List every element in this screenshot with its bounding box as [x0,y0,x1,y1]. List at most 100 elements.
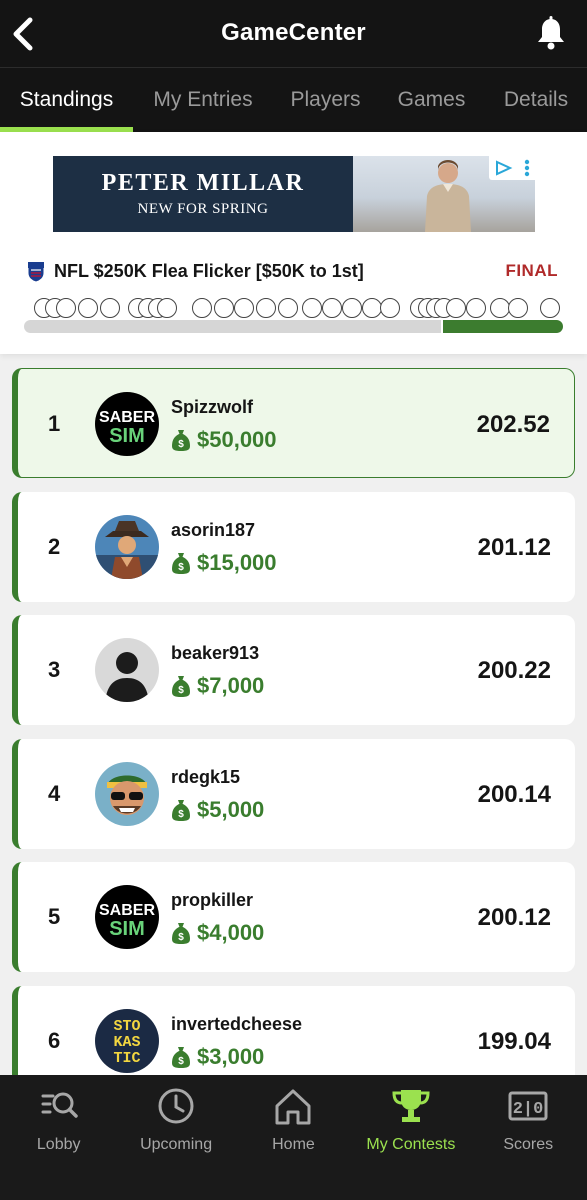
prize-amount: $7,000 [197,673,265,698]
prize-amount: $5,000 [197,797,265,822]
avatar-logo-text: SABER [99,409,155,426]
stokastic-avatar: STO KAS TIC [95,1009,159,1073]
nav-scores[interactable]: 2|0 Scores [470,1075,587,1200]
bell-icon[interactable] [535,16,567,50]
avatar-logo-text: TIC [113,1050,140,1067]
game-dot [157,298,177,318]
cartoon-sunglasses-avatar [95,762,159,826]
nav-my-contests[interactable]: My Contests [352,1075,469,1200]
rank: 1 [48,411,61,436]
prize-amount: $50,000 [197,427,277,452]
game-dot [508,298,528,318]
sabersim-avatar: SABER SIM [95,392,159,456]
game-dot [466,298,486,318]
cowboy-avatar [95,515,159,579]
sabersim-avatar: SABER SIM [95,885,159,949]
game-dot [234,298,254,318]
avatar-logo-text: KAS [113,1034,140,1051]
game-dot [342,298,362,318]
nav-label: Lobby [36,1136,81,1153]
contest-progress-fill [443,320,563,333]
tab-players[interactable]: Players [273,68,378,132]
ad-brand-panel: PETER MILLAR NEW FOR SPRING [53,156,353,232]
username: asorin187 [171,520,256,540]
contest-progress-track [24,320,441,333]
standings-row[interactable]: 3 beaker913 $ $7,000 200.22 [12,615,575,725]
tab-games[interactable]: Games [378,68,485,132]
home-icon [275,1089,311,1125]
prize: $ $50,000 [171,427,277,453]
svg-text:$: $ [178,932,184,943]
nav-label: Scores [503,1136,554,1153]
game-dot [78,298,98,318]
game-dot [56,298,76,318]
contest-name: NFL $250K Flea Flicker [$50K to 1st] [54,260,364,281]
page-title: GameCenter [221,19,366,46]
game-dot [192,298,212,318]
game-dot [380,298,400,318]
game-status-dots [34,298,564,320]
game-dot [100,298,120,318]
ad-choices-badge[interactable] [489,156,535,180]
nav-upcoming[interactable]: Upcoming [117,1075,234,1200]
avatar-logo-text: STO [113,1018,140,1035]
bottom-nav: Lobby Upcoming Home My Contests 2|0 Scor… [0,1075,587,1200]
avatar-logo-text: SIM [109,918,145,940]
nav-lobby[interactable]: Lobby [0,1075,117,1200]
tab-details[interactable]: Details [485,68,587,132]
scoreboard-text: 2|0 [513,1100,544,1119]
score: 201.12 [477,534,551,561]
money-bag-icon: $ [172,800,190,821]
prize-amount: $15,000 [197,550,277,575]
avatar-logo-text: SABER [99,902,155,919]
game-dot [362,298,382,318]
standings-row[interactable]: 5 SABER SIM propkiller $ $4,000 200.12 [12,862,575,972]
prize: $ $3,000 [171,1044,264,1070]
rank: 5 [48,904,61,929]
game-dot [540,298,560,318]
prize-amount: $4,000 [197,920,265,945]
tab-standings[interactable]: Standings [0,68,133,132]
username: beaker913 [171,643,260,663]
svg-text:$: $ [178,685,184,696]
standings-row[interactable]: 2 asorin187 $ $15,000 201.12 [12,492,575,602]
score: 199.04 [477,1028,551,1055]
prize: $ $4,000 [171,920,264,946]
nav-label: Upcoming [140,1136,213,1153]
lobby-search-icon [41,1092,78,1118]
game-dot [278,298,298,318]
prize-amount: $3,000 [197,1044,265,1069]
ad-photo [353,156,535,232]
top-bar: GameCenter [0,0,587,68]
scoreboard-icon: 2|0 [508,1091,548,1121]
nfl-shield-icon [27,261,45,283]
username: invertedcheese [171,1014,303,1034]
rank: 3 [48,657,61,682]
game-dot [256,298,276,318]
rank: 6 [48,1028,61,1053]
game-dot [322,298,342,318]
ad-menu-icon [524,159,529,177]
prize: $ $7,000 [171,673,264,699]
clock-icon [158,1088,194,1124]
default-silhouette-avatar [95,638,159,702]
contest-summary-card: PETER MILLAR NEW FOR SPRING NFL $250K Fl… [0,132,587,354]
advertisement-banner[interactable]: PETER MILLAR NEW FOR SPRING [53,156,535,232]
nav-label: Home [272,1136,315,1153]
score: 200.22 [477,657,551,684]
score: 200.14 [477,781,551,808]
money-bag-icon: $ [172,553,190,574]
svg-text:$: $ [178,1056,184,1067]
nav-home[interactable]: Home [235,1075,352,1200]
rank: 2 [48,534,61,559]
prize: $ $5,000 [171,797,264,823]
money-bag-icon: $ [172,676,190,697]
rank: 4 [48,781,61,806]
contest-title-row: NFL $250K Flea Flicker [$50K to 1st] FIN… [26,258,558,284]
money-bag-icon: $ [172,430,190,451]
tab-my-entries[interactable]: My Entries [133,68,273,132]
standings-row[interactable]: 1 SABER SIM Spizzwolf $ $50,000 202.52 [12,368,575,478]
svg-text:$: $ [178,809,184,820]
standings-row[interactable]: 4 rdegk15 $ $5,000 200.14 [12,739,575,849]
game-dot [446,298,466,318]
